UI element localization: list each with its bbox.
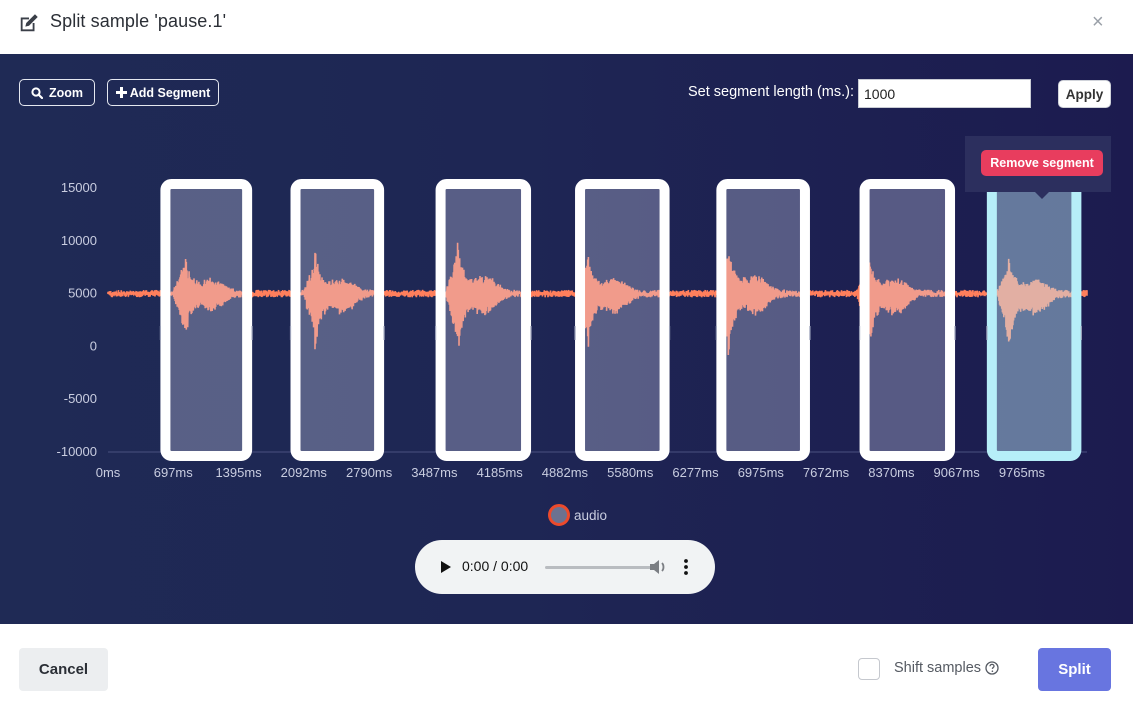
x-tick-label: 697ms <box>154 465 194 480</box>
popover-arrow <box>1035 192 1049 199</box>
audio-player: 0:00 / 0:00 <box>415 540 715 594</box>
x-tick-label: 4185ms <box>477 465 524 480</box>
help-icon[interactable] <box>985 661 999 675</box>
segment-box[interactable] <box>160 179 253 461</box>
x-tick-label: 8370ms <box>868 465 915 480</box>
edit-icon <box>20 14 38 32</box>
x-tick-label: 7672ms <box>803 465 850 480</box>
x-tick-label: 9067ms <box>933 465 980 480</box>
audio-time: 0:00 / 0:00 <box>462 558 529 574</box>
add-segment-button[interactable]: Add Segment <box>107 79 219 106</box>
segment-box[interactable] <box>859 179 956 461</box>
close-icon[interactable]: × <box>1092 10 1104 34</box>
search-icon <box>31 86 43 99</box>
volume-icon[interactable] <box>647 557 669 577</box>
y-tick-label: 5000 <box>68 286 97 301</box>
segment-region[interactable] <box>858 179 956 461</box>
shift-samples-label: Shift samples <box>894 660 982 676</box>
split-button[interactable]: Split <box>1038 648 1111 691</box>
segment-region[interactable] <box>289 179 385 461</box>
segment-box[interactable] <box>716 179 810 461</box>
x-tick-label: 2092ms <box>281 465 328 480</box>
x-tick-label: 3487ms <box>411 465 458 480</box>
segment-region[interactable] <box>986 179 1082 461</box>
segment-region[interactable] <box>715 179 811 461</box>
y-tick-label: -5000 <box>64 391 97 406</box>
cancel-button[interactable]: Cancel <box>19 648 108 691</box>
segment-length-input[interactable] <box>858 79 1031 108</box>
x-tick-label: 1395ms <box>215 465 262 480</box>
zoom-label: Zoom <box>48 85 84 100</box>
segment-box[interactable] <box>435 179 532 461</box>
y-tick-label: 10000 <box>61 233 97 248</box>
segment-box[interactable] <box>575 179 670 461</box>
dialog-footer: Cancel Shift samples Split <box>0 624 1133 702</box>
shift-samples-checkbox[interactable] <box>858 658 880 680</box>
dialog-header: Split sample 'pause.1' × <box>0 0 1133 54</box>
y-tick-label: -10000 <box>57 444 97 459</box>
x-tick-label: 0ms <box>96 465 121 480</box>
add-segment-label: Add Segment <box>129 85 211 100</box>
more-options-icon[interactable] <box>681 557 691 577</box>
legend-item-audio[interactable]: audio <box>548 504 607 526</box>
x-tick-label: 5580ms <box>607 465 654 480</box>
x-tick-label: 6975ms <box>738 465 785 480</box>
x-tick-label: 2790ms <box>346 465 393 480</box>
x-tick-label: 4882ms <box>542 465 589 480</box>
dialog-title: Split sample 'pause.1' <box>50 11 227 31</box>
segment-region[interactable] <box>574 179 671 461</box>
legend-label: audio <box>574 507 608 523</box>
y-tick-label: 0 <box>90 338 97 353</box>
remove-segment-button[interactable]: Remove segment <box>981 150 1103 176</box>
waveform-stage: Zoom Add Segment Set segment length (ms.… <box>0 54 1133 624</box>
plus-icon <box>115 87 127 98</box>
audio-progress-slider[interactable] <box>545 566 653 569</box>
apply-button[interactable]: Apply <box>1058 80 1111 108</box>
segment-region[interactable] <box>434 179 532 461</box>
segment-length-label: Set segment length (ms.): <box>688 84 855 100</box>
segment-popover: Remove segment <box>965 136 1111 199</box>
legend-marker <box>548 504 570 526</box>
y-tick-label: 15000 <box>61 180 97 195</box>
zoom-button[interactable]: Zoom <box>19 79 95 106</box>
selected-segment-box[interactable] <box>986 179 1082 461</box>
play-icon[interactable] <box>435 557 455 577</box>
waveform-chart[interactable]: 15000 10000 5000 0 -5000 -10000 0ms 697ms 1395ms… <box>0 174 1133 554</box>
segment-box[interactable] <box>290 179 385 461</box>
x-tick-label: 6277ms <box>672 465 719 480</box>
x-tick-label: 9765ms <box>999 465 1046 480</box>
segment-region[interactable] <box>159 179 253 461</box>
